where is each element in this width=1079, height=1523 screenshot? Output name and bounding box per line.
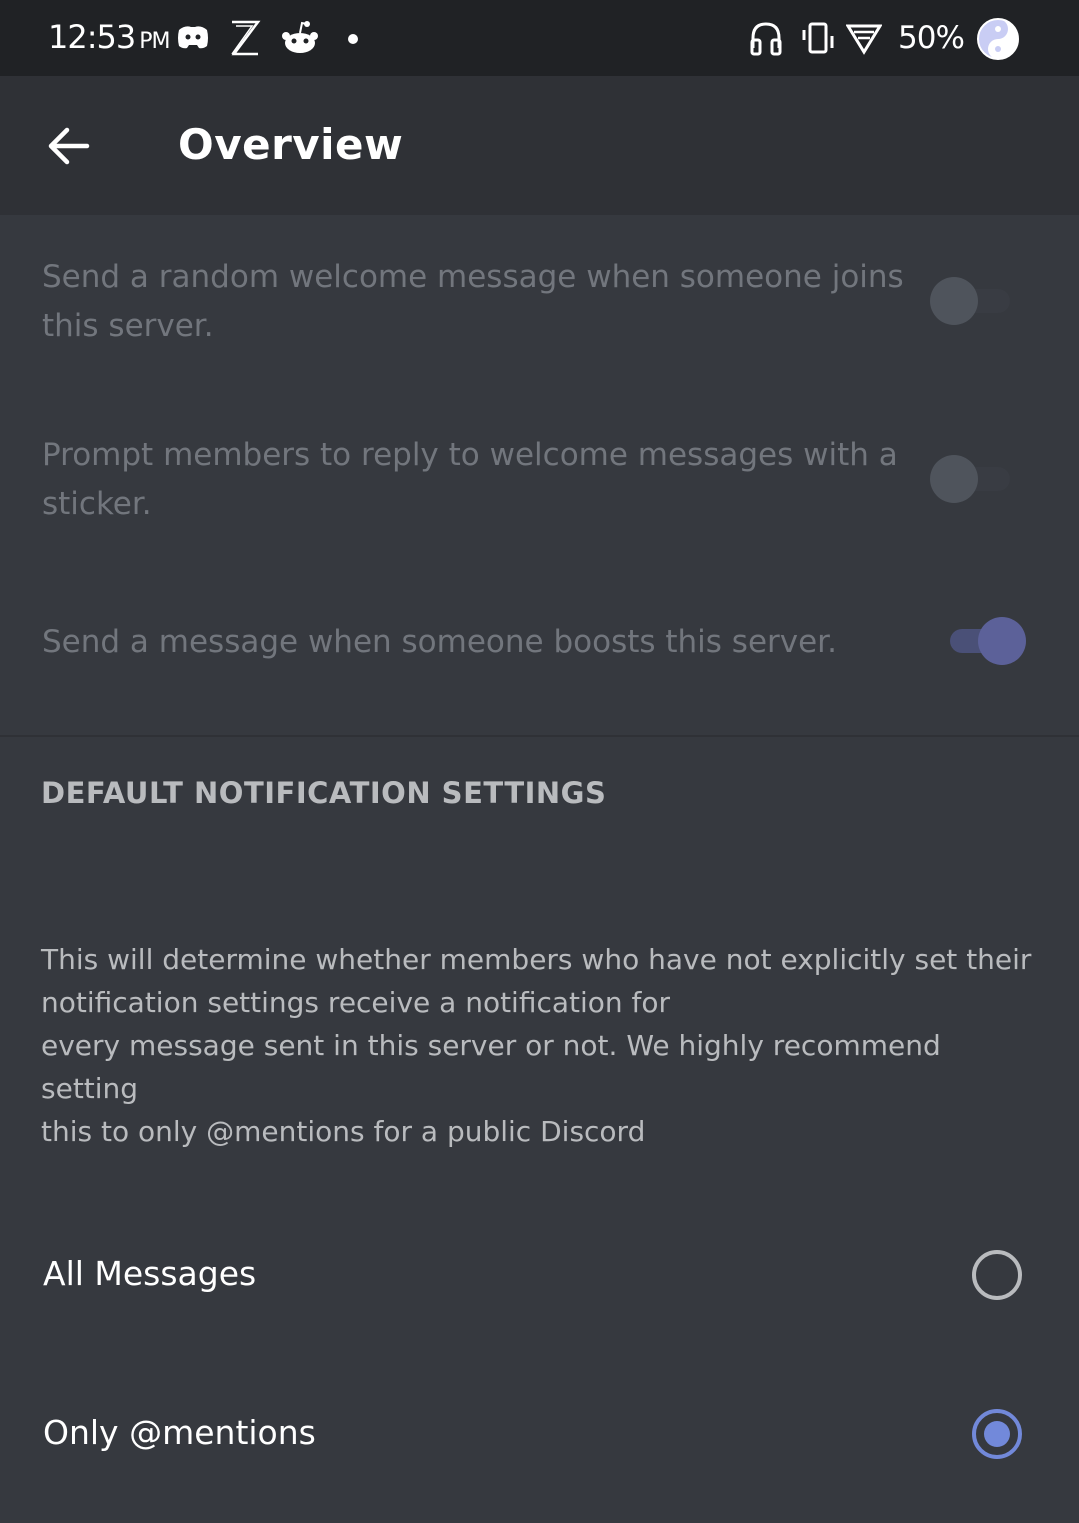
setting-label: Prompt members to reply to welcome messa… [42,437,898,522]
radio-all-messages[interactable] [972,1250,1022,1300]
page-title: Overview [178,120,404,169]
option-only-mentions[interactable]: Only @mentions [0,1377,1079,1487]
setting-label: Send a message when someone boosts this … [42,624,837,660]
sticker-prompt-toggle[interactable] [930,454,1012,504]
description-line: this to only @mentions for a public Disc… [41,1115,646,1148]
section-divider [0,735,1079,737]
headphones-icon [750,22,782,56]
radio-only-mentions[interactable] [972,1409,1022,1459]
setting-row-sticker-prompt: Prompt members to reply to welcome messa… [0,428,1079,538]
welcome-message-toggle[interactable] [930,276,1012,326]
option-all-messages[interactable]: All Messages [0,1218,1079,1328]
back-button[interactable] [36,116,102,176]
status-bar: 12:53 PM 50% [0,0,1079,76]
option-label: Only @mentions [43,1413,316,1452]
toggle-knob [978,617,1026,665]
reddit-icon [282,21,318,53]
discord-icon [178,26,208,49]
option-label: All Messages [43,1254,257,1293]
vibrate-icon [802,22,834,54]
z-icon [231,20,261,56]
dot-icon [348,34,358,44]
description-line: notification settings receive a notifica… [41,986,671,1019]
app-bar: Overview [0,76,1079,215]
section-header: DEFAULT NOTIFICATION SETTINGS [41,776,607,810]
arrow-left-icon [48,127,90,165]
description-line: every message sent in this server or not… [41,1029,941,1105]
radio-selected-dot [984,1421,1010,1447]
toggle-knob [930,455,978,503]
toggle-knob [930,277,978,325]
status-time: 12:53 PM [48,18,170,56]
notification-description: This will determine whether members who … [41,938,1041,1153]
description-line: This will determine whether members who … [41,943,1032,976]
setting-row-boost-message: Send a message when someone boosts this … [0,616,1079,676]
boost-message-toggle[interactable] [948,616,1030,666]
status-time-value: 12:53 [48,18,136,56]
status-time-ampm: PM [139,29,170,54]
setting-row-welcome-message: Send a random welcome message when someo… [0,250,1079,360]
setting-label: Send a random welcome message when someo… [42,259,904,344]
wifi-icon [846,24,882,55]
yin-yang-icon [977,18,1019,60]
battery-percent: 50% [898,20,965,56]
